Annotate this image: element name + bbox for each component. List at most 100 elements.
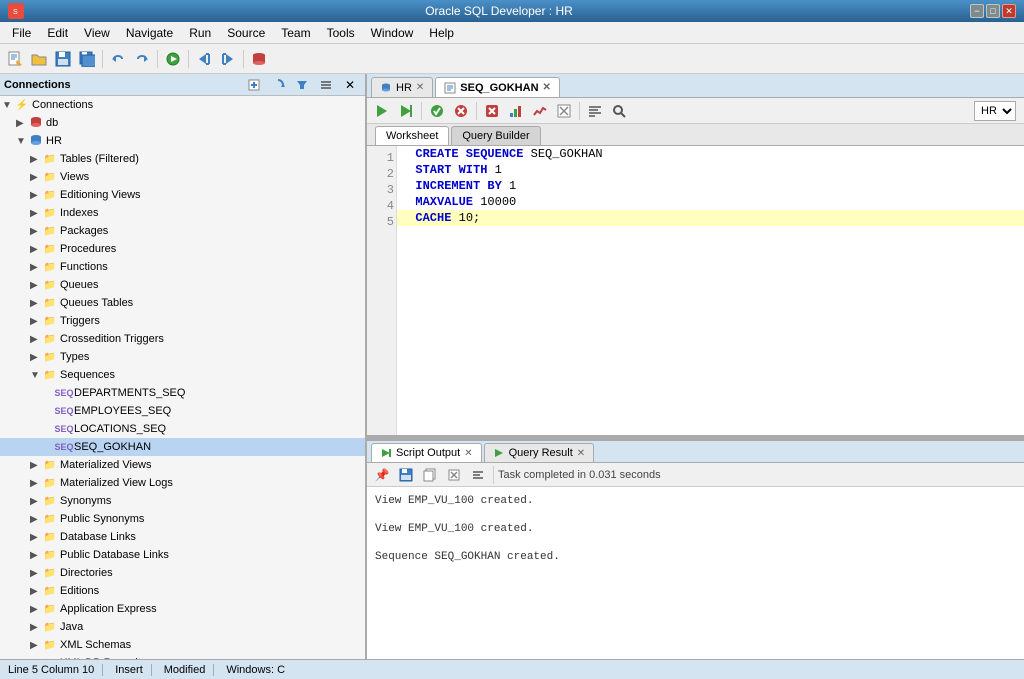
toggle-editioning[interactable]: ▶ — [30, 190, 42, 201]
tree-item-mat-view-logs[interactable]: ▶ 📁 Materialized View Logs — [0, 474, 365, 492]
tree-item-seq-gokhan[interactable]: SEQ SEQ_GOKHAN — [0, 438, 365, 456]
toggle-tables[interactable]: ▶ — [30, 154, 42, 165]
toggle-connections[interactable]: ▼ — [2, 100, 14, 111]
toggle-views[interactable]: ▶ — [30, 172, 42, 183]
save-all-button[interactable] — [76, 48, 98, 70]
toggle-mat-view-logs[interactable]: ▶ — [30, 478, 42, 489]
toggle-pub-synonyms[interactable]: ▶ — [30, 514, 42, 525]
tree-item-views[interactable]: ▶ 📁 Views — [0, 168, 365, 186]
toggle-crossedition[interactable]: ▶ — [30, 334, 42, 345]
tree-item-triggers[interactable]: ▶ 📁 Triggers — [0, 312, 365, 330]
toggle-packages[interactable]: ▶ — [30, 226, 42, 237]
tree-item-queues-tables[interactable]: ▶ 📁 Queues Tables — [0, 294, 365, 312]
save-output-button[interactable] — [395, 464, 417, 486]
open-button[interactable] — [28, 48, 50, 70]
tree-item-db-links[interactable]: ▶ 📁 Database Links — [0, 528, 365, 546]
tab-seq-gokhan[interactable]: SEQ_GOKHAN ✕ — [435, 77, 560, 97]
run-script-button[interactable] — [395, 100, 417, 122]
explain-plan-button[interactable] — [505, 100, 527, 122]
menu-source[interactable]: Source — [219, 24, 273, 42]
menu-tools[interactable]: Tools — [319, 24, 363, 42]
commit-button[interactable] — [426, 100, 448, 122]
connection-selector[interactable]: HR — [974, 101, 1016, 121]
close-button[interactable]: ✕ — [1002, 4, 1016, 18]
tree-item-hr[interactable]: ▼ HR — [0, 132, 365, 150]
tree-item-synonyms[interactable]: ▶ 📁 Synonyms — [0, 492, 365, 510]
menu-window[interactable]: Window — [363, 24, 422, 42]
output-tab-query-close[interactable]: ✕ — [577, 448, 585, 459]
toggle-mat-views[interactable]: ▶ — [30, 460, 42, 471]
tree-item-loc-seq[interactable]: SEQ LOCATIONS_SEQ — [0, 420, 365, 438]
filter-button[interactable] — [291, 74, 313, 96]
collapse-all-button[interactable] — [315, 74, 337, 96]
tree-item-connections[interactable]: ▼ ⚡ Connections — [0, 96, 365, 114]
output-tab-query[interactable]: Query Result ✕ — [484, 443, 595, 462]
tree-item-mat-views[interactable]: ▶ 📁 Materialized Views — [0, 456, 365, 474]
menu-view[interactable]: View — [76, 24, 118, 42]
tree-item-java[interactable]: ▶ 📁 Java — [0, 618, 365, 636]
toggle-pub-db-links[interactable]: ▶ — [30, 550, 42, 561]
tree-item-editions[interactable]: ▶ 📁 Editions — [0, 582, 365, 600]
maximize-button[interactable]: □ — [986, 4, 1000, 18]
pin-output-button[interactable]: 📌 — [371, 464, 393, 486]
output-tab-script-close[interactable]: ✕ — [464, 448, 472, 459]
tree-item-app-express[interactable]: ▶ 📁 Application Express — [0, 600, 365, 618]
tree-item-xml-schemas[interactable]: ▶ 📁 XML Schemas — [0, 636, 365, 654]
menu-help[interactable]: Help — [421, 24, 462, 42]
copy-output-button[interactable] — [419, 464, 441, 486]
sub-tab-worksheet[interactable]: Worksheet — [375, 126, 449, 145]
format-button[interactable] — [584, 100, 606, 122]
tree-item-crossedition[interactable]: ▶ 📁 Crossedition Triggers — [0, 330, 365, 348]
tree-item-editioning[interactable]: ▶ 📁 Editioning Views — [0, 186, 365, 204]
toggle-triggers[interactable]: ▶ — [30, 316, 42, 327]
toggle-app-express[interactable]: ▶ — [30, 604, 42, 615]
toggle-directories[interactable]: ▶ — [30, 568, 42, 579]
rollback-button[interactable] — [450, 100, 472, 122]
toggle-db[interactable]: ▶ — [16, 118, 28, 129]
add-connection-button[interactable] — [243, 74, 265, 96]
run-statement-button[interactable] — [371, 100, 393, 122]
autotrace-button[interactable] — [529, 100, 551, 122]
menu-run[interactable]: Run — [181, 24, 219, 42]
menu-file[interactable]: File — [4, 24, 39, 42]
tab-hr-close[interactable]: ✕ — [416, 82, 424, 93]
clear-output-button[interactable] — [553, 100, 575, 122]
tab-hr[interactable]: HR ✕ — [371, 77, 433, 97]
minimize-button[interactable]: − — [970, 4, 984, 18]
forward-button[interactable] — [217, 48, 239, 70]
tree-item-pub-synonyms[interactable]: ▶ 📁 Public Synonyms — [0, 510, 365, 528]
close-panel-button[interactable]: ✕ — [339, 74, 361, 96]
redo-button[interactable] — [131, 48, 153, 70]
find-replace-button[interactable] — [608, 100, 630, 122]
save-button[interactable] — [52, 48, 74, 70]
tree-item-dept-seq[interactable]: SEQ DEPARTMENTS_SEQ — [0, 384, 365, 402]
toggle-functions[interactable]: ▶ — [30, 262, 42, 273]
new-button[interactable] — [4, 48, 26, 70]
toggle-hr[interactable]: ▼ — [16, 136, 28, 147]
toggle-xml-schemas[interactable]: ▶ — [30, 640, 42, 651]
back-button[interactable] — [193, 48, 215, 70]
menu-edit[interactable]: Edit — [39, 24, 76, 42]
format-output-button[interactable] — [467, 464, 489, 486]
undo-button[interactable] — [107, 48, 129, 70]
toggle-db-links[interactable]: ▶ — [30, 532, 42, 543]
toggle-java[interactable]: ▶ — [30, 622, 42, 633]
menu-navigate[interactable]: Navigate — [118, 24, 181, 42]
cancel-button[interactable] — [481, 100, 503, 122]
tree-item-emp-seq[interactable]: SEQ EMPLOYEES_SEQ — [0, 402, 365, 420]
refresh-button[interactable] — [267, 74, 289, 96]
tree-item-db[interactable]: ▶ db — [0, 114, 365, 132]
tree-item-queues[interactable]: ▶ 📁 Queues — [0, 276, 365, 294]
clear-output-btn[interactable] — [443, 464, 465, 486]
menu-team[interactable]: Team — [273, 24, 318, 42]
tree-item-sequences[interactable]: ▼ 📁 Sequences — [0, 366, 365, 384]
tree-item-types[interactable]: ▶ 📁 Types — [0, 348, 365, 366]
tree-item-xml-db[interactable]: ▶ 📁 XML DB Repository — [0, 654, 365, 659]
toggle-types[interactable]: ▶ — [30, 352, 42, 363]
tree-item-directories[interactable]: ▶ 📁 Directories — [0, 564, 365, 582]
tree-item-functions[interactable]: ▶ 📁 Functions — [0, 258, 365, 276]
code-area[interactable]: CREATE SEQUENCE SEQ_GOKHAN START WITH 1 … — [397, 146, 1024, 435]
db-button[interactable] — [248, 48, 270, 70]
toggle-indexes[interactable]: ▶ — [30, 208, 42, 219]
tree-item-tables[interactable]: ▶ 📁 Tables (Filtered) — [0, 150, 365, 168]
